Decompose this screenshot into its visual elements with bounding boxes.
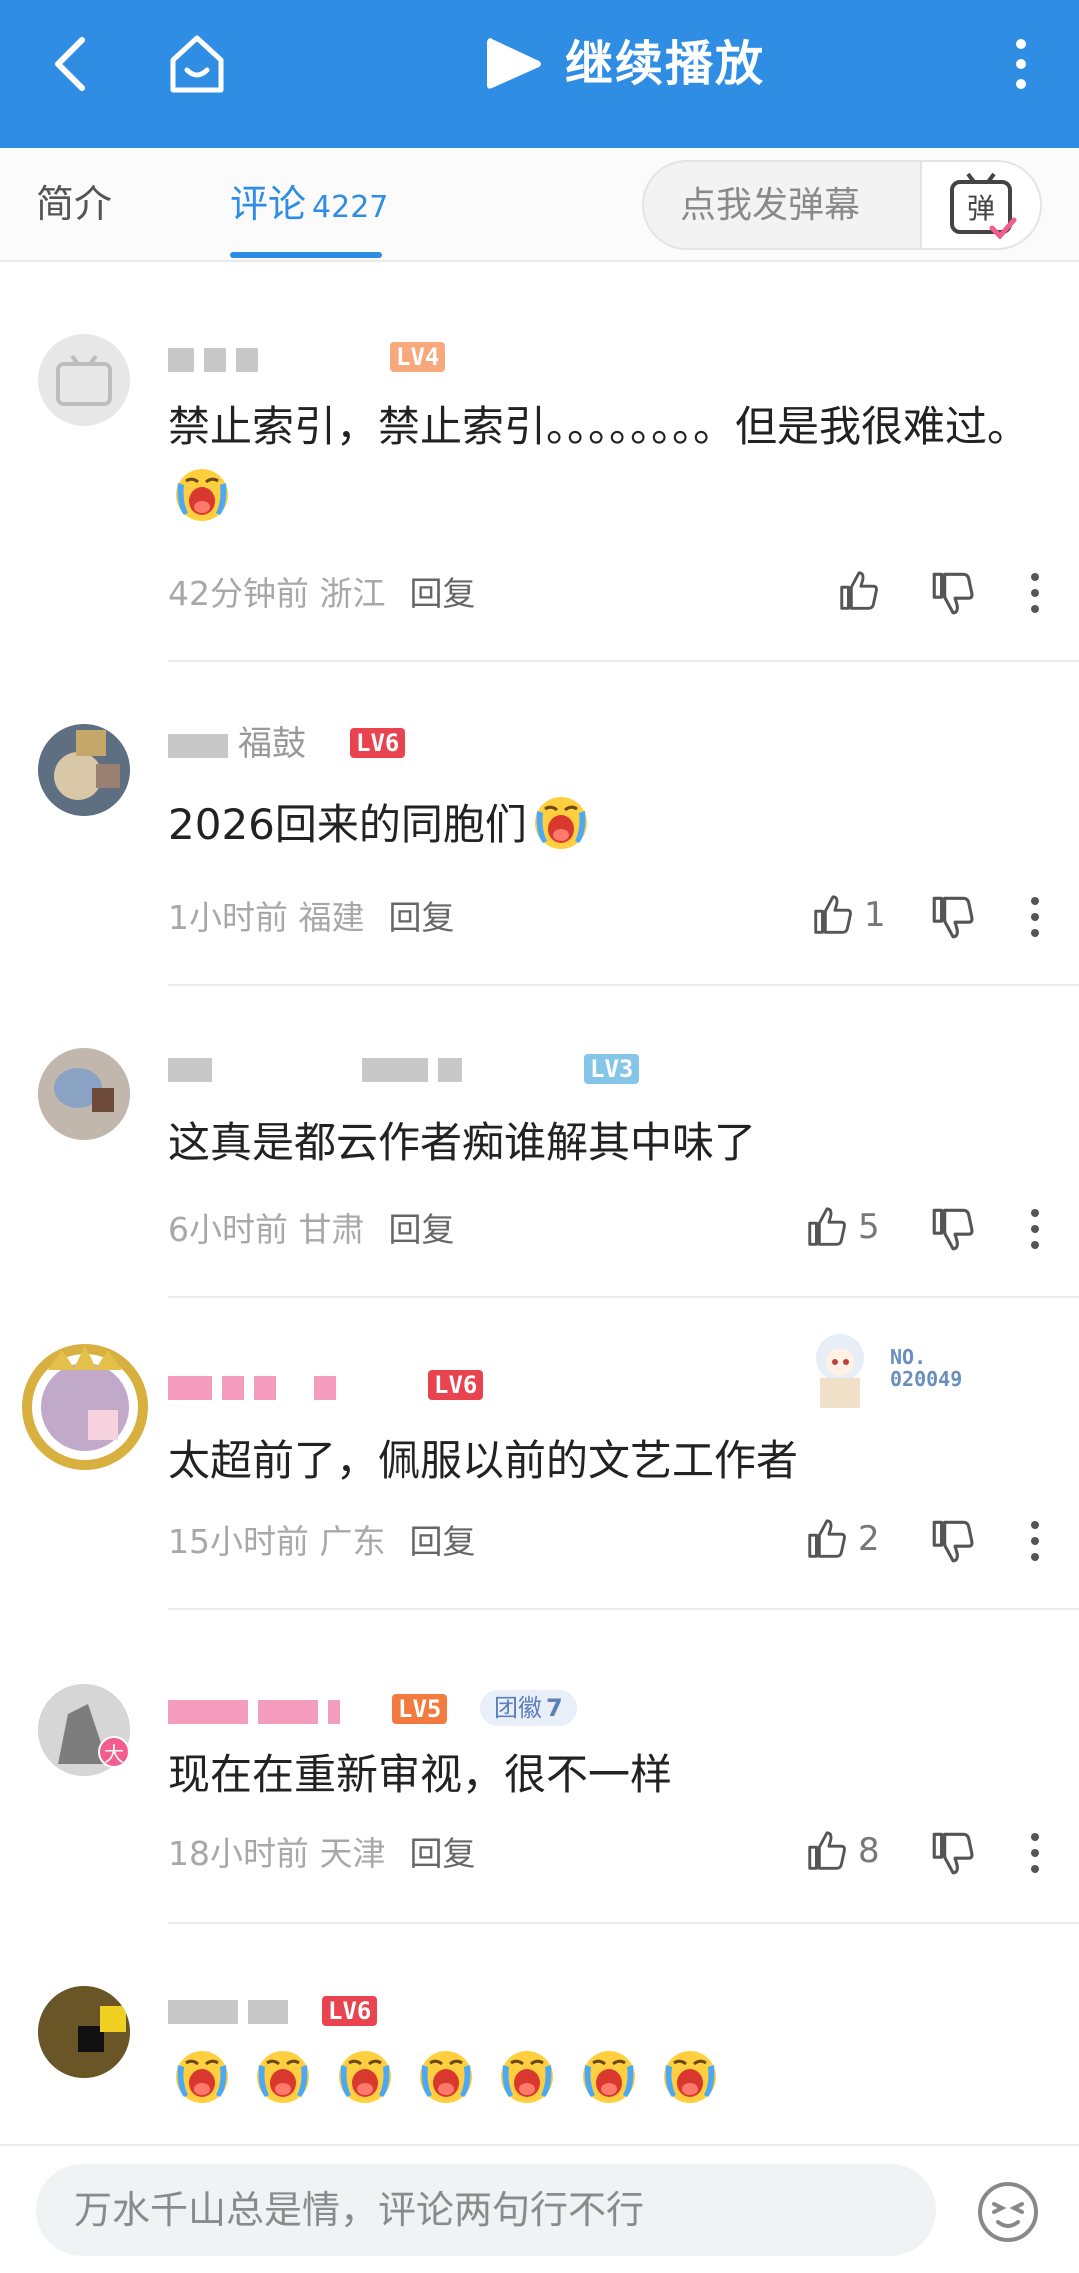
default-avatar-icon	[56, 354, 112, 406]
emoji-picker-icon[interactable]	[976, 2180, 1040, 2244]
avatar[interactable]	[38, 1048, 130, 1140]
level-badge: LV3	[584, 1054, 640, 1084]
like-button[interactable]: 2	[804, 1516, 880, 1566]
reply-button[interactable]: 回复	[410, 1834, 476, 1873]
comment-text: 这真是都云作者痴谁解其中味了	[168, 1118, 757, 1167]
danmaku-placeholder: 点我发弹幕	[680, 185, 861, 226]
crying-emoji-icon	[497, 2045, 557, 2105]
tab-comments-label: 评论	[230, 182, 307, 226]
comment-meta: 6小时前 甘肃 回复	[168, 1210, 455, 1249]
avatar-with-frame[interactable]	[18, 1340, 152, 1474]
thumb-up-icon	[804, 1516, 850, 1562]
fan-medal-badge: 团徽 7	[480, 1690, 577, 1726]
divider	[168, 1296, 1079, 1298]
username[interactable]	[168, 1988, 298, 2032]
active-tab-indicator	[230, 252, 382, 258]
comment-more-icon[interactable]	[1028, 1828, 1042, 1878]
play-icon[interactable]	[485, 34, 543, 94]
thumb-down-icon[interactable]	[928, 568, 978, 618]
divider	[168, 984, 1079, 986]
username[interactable]	[168, 1364, 346, 1408]
like-button[interactable]: 1	[810, 892, 886, 942]
level-badge: LV5	[392, 1694, 448, 1724]
comment-meta: 18小时前 天津 回复	[168, 1834, 476, 1873]
avatar[interactable]	[38, 1986, 130, 2078]
divider	[168, 1922, 1079, 1924]
crying-emoji-icon	[531, 791, 591, 851]
avatar[interactable]	[38, 724, 130, 816]
username[interactable]: 福鼓	[168, 722, 306, 766]
fan-number: NO. 020049	[890, 1345, 963, 1391]
fan-card-decoration: NO. 020049	[800, 1328, 980, 1408]
reply-button[interactable]: 回复	[389, 898, 455, 937]
avatar-image	[38, 724, 130, 816]
comment-input[interactable]: 万水千山总是情，评论两句行不行	[36, 2164, 936, 2256]
comment-text: 禁止索引，禁止索引。。。。。。。。但是我很难过。	[168, 392, 1048, 532]
username[interactable]	[168, 1688, 350, 1732]
crying-emoji-icon	[253, 2045, 313, 2105]
comment-text: 太超前了，佩服以前的文艺工作者	[168, 1436, 799, 1485]
comment-more-icon[interactable]	[1028, 568, 1042, 618]
crying-emoji-icon	[579, 2045, 639, 2105]
reply-button[interactable]: 回复	[410, 1522, 476, 1561]
comment-meta: 42分钟前 浙江 回复	[168, 574, 476, 613]
comment-more-icon[interactable]	[1028, 892, 1042, 942]
username[interactable]	[168, 336, 268, 380]
like-button[interactable]: 5	[804, 1204, 880, 1254]
back-arrow-icon[interactable]	[50, 34, 90, 94]
danmaku-toggle-button[interactable]: 弹	[920, 162, 1040, 248]
comment-text: 2026回来的同胞们	[168, 790, 1048, 860]
crying-emoji-icon	[172, 2045, 232, 2105]
tab-bar: 简介 评论 4227 点我发弹幕 弹	[0, 148, 1079, 262]
reply-button[interactable]: 回复	[389, 1210, 455, 1249]
thumb-up-icon	[836, 568, 882, 614]
thumb-up-icon	[804, 1828, 850, 1874]
tab-intro[interactable]: 简介	[36, 178, 112, 230]
crying-emoji-icon	[416, 2045, 476, 2105]
thumb-down-icon[interactable]	[928, 892, 978, 942]
avatar-frame-image	[22, 1344, 148, 1470]
comment-more-icon[interactable]	[1028, 1204, 1042, 1254]
username[interactable]	[168, 1046, 472, 1090]
reply-button[interactable]: 回复	[410, 574, 476, 613]
continue-play-button[interactable]: 继续播放	[565, 34, 765, 94]
more-menu-icon[interactable]	[1008, 34, 1034, 94]
crying-emoji-icon	[172, 463, 232, 523]
comment-text: 现在在重新审视，很不一样	[168, 1750, 673, 1799]
level-badge: LV6	[428, 1370, 484, 1400]
danmaku-input[interactable]: 点我发弹幕 弹	[642, 160, 1042, 250]
thumb-down-icon[interactable]	[928, 1828, 978, 1878]
avatar[interactable]	[38, 334, 130, 426]
like-button[interactable]: 8	[804, 1828, 880, 1878]
comment-more-icon[interactable]	[1028, 1516, 1042, 1566]
divider	[168, 660, 1079, 662]
comment-count: 4227	[312, 190, 389, 225]
danmaku-tv-icon: 弹	[950, 172, 1017, 240]
crying-emoji-icon	[660, 2045, 720, 2105]
like-button[interactable]	[836, 568, 890, 618]
comment-text	[168, 2044, 1048, 2114]
level-badge: LV6	[350, 728, 406, 758]
level-badge: LV4	[390, 342, 446, 372]
avatar-image	[38, 1986, 130, 2078]
divider	[168, 1608, 1079, 1610]
comment-meta: 1小时前 福建 回复	[168, 898, 455, 937]
thumb-up-icon	[810, 892, 856, 938]
level-badge: LV6	[322, 1996, 378, 2026]
avatar-badge: 大	[98, 1736, 130, 1768]
comment-compose-bar: 万水千山总是情，评论两句行不行	[0, 2144, 1079, 2273]
thumb-down-icon[interactable]	[928, 1204, 978, 1254]
svg-text:弹: 弹	[967, 192, 995, 225]
crying-emoji-icon	[335, 2045, 395, 2105]
top-bar: 继续播放	[0, 0, 1079, 148]
avatar-image	[38, 1048, 130, 1140]
tab-comments[interactable]: 评论 4227	[230, 178, 388, 234]
home-icon[interactable]	[165, 30, 229, 96]
thumb-up-icon	[804, 1204, 850, 1250]
thumb-down-icon[interactable]	[928, 1516, 978, 1566]
comment-meta: 15小时前 广东 回复	[168, 1522, 476, 1561]
